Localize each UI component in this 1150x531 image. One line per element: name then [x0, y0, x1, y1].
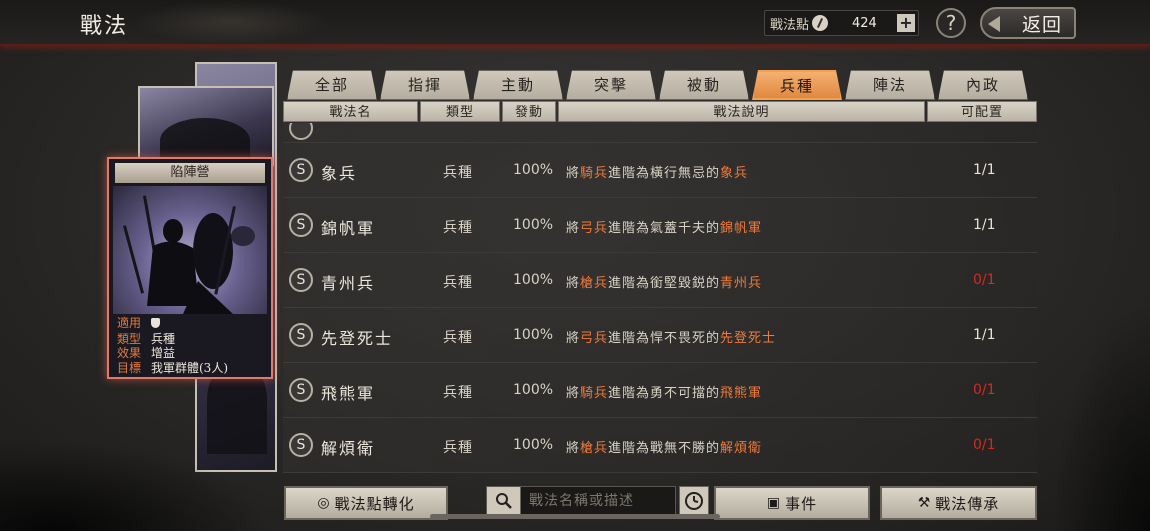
tactic-rate: 100%: [513, 327, 554, 343]
tactic-count: 1/1: [973, 162, 996, 178]
tactic-count: 0/1: [973, 272, 996, 288]
card-info-row: 適用: [117, 316, 267, 332]
coin-icon: ◎: [317, 495, 331, 511]
tactic-name: 飛熊軍: [321, 384, 376, 403]
tactic-rate: 100%: [513, 217, 554, 233]
list-item[interactable]: S 青州兵 兵種 100% 將槍兵進階為銜堅毀鋭的青州兵 0/1: [283, 253, 1037, 308]
page-title: 戰法: [80, 14, 129, 39]
card-artwork: [113, 186, 267, 314]
shield-icon: [151, 318, 160, 328]
tactic-name: 解煩衛: [321, 439, 376, 458]
card-info-row: 效果 增益: [117, 346, 176, 360]
search-input[interactable]: [529, 493, 669, 509]
column-header-description: 戰法說明: [558, 101, 925, 122]
tactic-count: 0/1: [973, 382, 996, 398]
tactic-type: 兵種: [443, 165, 473, 181]
hammer-icon: ⚒: [917, 495, 932, 511]
s-rank-badge: S: [289, 158, 313, 182]
ink-decoration: [0, 440, 270, 531]
list-item-partial: [283, 123, 1037, 143]
list-item[interactable]: S 先登死士 兵種 100% 將弓兵進階為悍不畏死的先登死士 1/1: [283, 308, 1037, 363]
tab-formation[interactable]: 陣法: [845, 70, 935, 100]
tactic-description: 將騎兵進階為橫行無忌的象兵: [566, 166, 749, 181]
s-rank-badge: S: [289, 433, 313, 457]
tab-passive[interactable]: 被動: [659, 70, 749, 100]
tab-all[interactable]: 全部: [287, 70, 377, 100]
s-rank-badge: [289, 123, 313, 140]
tactics-list[interactable]: S 象兵 兵種 100% 將騎兵進階為橫行無忌的象兵 1/1 S 錦帆軍 兵種 …: [283, 123, 1037, 475]
back-arrow-icon: [988, 16, 1000, 32]
help-button[interactable]: ?: [936, 8, 966, 38]
list-item[interactable]: S 象兵 兵種 100% 將騎兵進階為橫行無忌的象兵 1/1: [283, 143, 1037, 198]
card-info-row: 目標 我軍群體(3人): [117, 360, 228, 375]
tab-troop-type[interactable]: 兵種: [752, 70, 842, 100]
ink-decoration: [1050, 300, 1150, 531]
list-item[interactable]: S 飛熊軍 兵種 100% 將騎兵進階為勇不可擋的飛熊軍 0/1: [283, 363, 1037, 418]
points-label: 戰法點: [770, 17, 810, 33]
header-ornament: [130, 0, 330, 44]
tactic-description: 將槍兵進階為戰無不勝的解煩衛: [566, 441, 763, 456]
tactic-rate: 100%: [513, 162, 554, 178]
scroll-indicator[interactable]: [430, 514, 720, 519]
card-info: 適用 類型 兵種 效果 增益 目標 我軍群體(3人): [113, 316, 267, 376]
points-value: 424: [852, 15, 877, 31]
tactic-type: 兵種: [443, 385, 473, 401]
tactic-rate: 100%: [513, 382, 554, 398]
selected-tactic-card[interactable]: 陷陣營 適用 類型 兵種 效果 增益 目標 我軍群體(3人): [107, 157, 273, 379]
tab-command[interactable]: 指揮: [380, 70, 470, 100]
column-header-trigger[interactable]: 發動: [502, 101, 556, 122]
search-bar: [486, 486, 676, 516]
column-header-type[interactable]: 類型: [420, 101, 500, 122]
events-button[interactable]: ▣ 事件: [714, 486, 870, 520]
tactic-description: 將槍兵進階為銜堅毀鋭的青州兵: [566, 276, 763, 291]
card-title: 陷陣營: [115, 163, 265, 183]
inherit-tactic-button[interactable]: ⚒ 戰法傳承: [880, 486, 1037, 520]
tactic-type: 兵種: [443, 275, 473, 291]
history-clock-icon[interactable]: [679, 486, 709, 516]
s-rank-badge: S: [289, 378, 313, 402]
tactic-count: 1/1: [973, 327, 996, 343]
list-item[interactable]: S 解煩衛 兵種 100% 將槍兵進階為戰無不勝的解煩衛 0/1: [283, 418, 1037, 473]
tactic-count: 0/1: [973, 437, 996, 453]
tactic-type: 兵種: [443, 330, 473, 346]
tactic-count: 1/1: [973, 217, 996, 233]
convert-points-button[interactable]: ◎ 戰法點轉化: [284, 486, 448, 520]
column-header-available[interactable]: 可配置: [927, 101, 1037, 122]
card-info-row: 類型 兵種: [117, 331, 176, 346]
tactic-name: 象兵: [321, 164, 358, 183]
tactic-type: 兵種: [443, 220, 473, 236]
s-rank-badge: S: [289, 213, 313, 237]
background-card-middle: [138, 86, 274, 166]
tactic-name: 先登死士: [321, 329, 394, 348]
tab-active-skill[interactable]: 主動: [473, 70, 563, 100]
category-tabs: 全部 指揮 主動 突擊 被動 兵種 陣法 內政: [287, 70, 1037, 100]
scroll-icon: ▣: [766, 495, 782, 511]
list-item[interactable]: S 錦帆軍 兵種 100% 將弓兵進階為氣蓋千夫的錦帆軍 1/1: [283, 198, 1037, 253]
tactic-name: 錦帆軍: [321, 219, 376, 238]
tactic-description: 將弓兵進階為悍不畏死的先登死士: [566, 331, 777, 346]
tactic-points-display: 戰法點 424 +: [764, 10, 919, 36]
add-points-button[interactable]: +: [897, 14, 915, 32]
tactic-description: 將弓兵進階為氣蓋千夫的錦帆軍: [566, 221, 763, 236]
column-header-name[interactable]: 戰法名: [283, 101, 418, 122]
brush-coin-icon: [812, 15, 829, 31]
tab-internal-affairs[interactable]: 內政: [938, 70, 1028, 100]
soldier-silhouette-icon: [123, 195, 255, 314]
tactic-description: 將騎兵進階為勇不可擋的飛熊軍: [566, 386, 763, 401]
top-bar: 戰法 戰法點 424 + ? 返回: [0, 0, 1150, 46]
tactic-rate: 100%: [513, 437, 554, 453]
s-rank-badge: S: [289, 268, 313, 292]
back-button[interactable]: 返回: [980, 7, 1076, 39]
tactic-rate: 100%: [513, 272, 554, 288]
tactic-name: 青州兵: [321, 274, 376, 293]
tactic-type: 兵種: [443, 440, 473, 456]
search-icon[interactable]: [487, 487, 521, 515]
tab-assault[interactable]: 突擊: [566, 70, 656, 100]
back-label: 返回: [1021, 13, 1062, 36]
s-rank-badge: S: [289, 323, 313, 347]
